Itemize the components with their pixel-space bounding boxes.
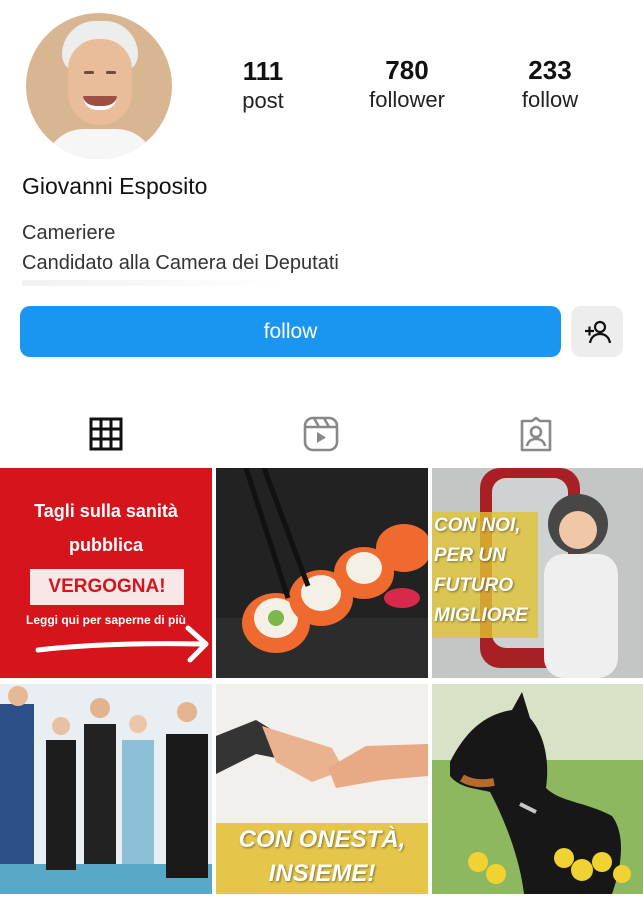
posts-stat[interactable]: 111 post xyxy=(223,56,303,116)
arrow-icon xyxy=(35,625,209,663)
post-thumbnail[interactable]: CON ONESTÀ, INSIEME! xyxy=(216,684,428,894)
post-slogan: CON NOI, PER UN FUTURO MIGLIORE xyxy=(434,515,528,626)
add-user-icon xyxy=(585,320,612,343)
avatar-face xyxy=(68,39,132,125)
avatar-eye-right xyxy=(106,71,116,74)
following-count: 233 xyxy=(528,55,572,85)
bio-overflow-fade xyxy=(22,280,282,286)
profile-name: Giovanni Esposito xyxy=(22,173,208,199)
post-thumbnail[interactable]: CON NOI, PER UN FUTURO MIGLIORE xyxy=(432,468,643,678)
posts-label: post xyxy=(242,88,284,113)
post-thumbnail[interactable]: Tagli sulla sanità pubblica VERGOGNA! Le… xyxy=(0,468,212,678)
add-user-button[interactable] xyxy=(571,306,623,357)
sushi-image xyxy=(216,468,428,678)
dog-image xyxy=(432,684,643,894)
business-team-image xyxy=(0,684,212,894)
post-thumbnail[interactable] xyxy=(0,684,212,894)
tagged-icon xyxy=(520,416,552,452)
post-slogan: CON ONESTÀ, INSIEME! xyxy=(238,826,406,887)
avatar-shirt xyxy=(44,129,156,159)
tab-tagged[interactable] xyxy=(516,414,556,454)
reels-icon xyxy=(303,416,339,452)
tab-reels[interactable] xyxy=(301,414,341,454)
followers-label: follower xyxy=(369,87,445,112)
bio-line: Cameriere xyxy=(22,222,116,244)
posts-count: 111 xyxy=(242,56,284,86)
following-stat[interactable]: 233 follow xyxy=(510,55,590,115)
follow-button[interactable]: follow xyxy=(20,306,561,357)
grid-icon xyxy=(89,417,123,451)
tab-grid[interactable] xyxy=(86,414,126,454)
post-thumbnail[interactable] xyxy=(432,684,643,894)
followers-count: 780 xyxy=(385,55,429,85)
bio-line: Candidato alla Camera dei Deputati xyxy=(22,252,339,274)
profile-avatar[interactable] xyxy=(26,13,172,159)
followers-stat[interactable]: 780 follower xyxy=(355,55,459,115)
avatar-eye-left xyxy=(84,71,94,74)
following-label: follow xyxy=(521,87,579,112)
post-thumbnail[interactable] xyxy=(216,468,428,678)
